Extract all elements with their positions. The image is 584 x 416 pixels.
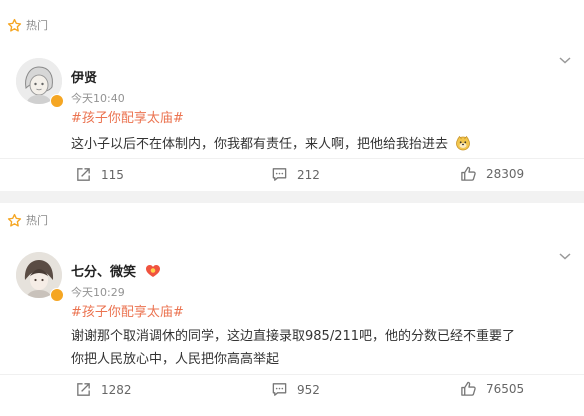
like-button[interactable]: 76505 (460, 380, 524, 397)
comment-count: 952 (297, 382, 320, 397)
hot-tag: 热门 (7, 212, 48, 228)
user-name[interactable]: 七分、微笑 (71, 261, 161, 280)
thumbs-up-icon (461, 381, 476, 396)
hot-label: 热门 (26, 214, 48, 227)
user-name[interactable]: 伊贤 (71, 67, 97, 86)
post-text-line: 这小子以后不在体制内，你我都有责任，来人啊，把他给我抬进去 (71, 137, 449, 152)
chevron-down-icon[interactable] (558, 249, 572, 263)
doge-emoji-icon (456, 135, 471, 151)
post-time[interactable]: 今天10:40 (71, 90, 125, 106)
post-time[interactable]: 今天10:29 (71, 284, 125, 300)
repost-count: 1282 (101, 382, 132, 397)
verified-badge-icon (50, 288, 64, 302)
like-count: 28309 (486, 166, 525, 181)
comment-icon (272, 168, 287, 181)
repost-icon (77, 168, 90, 181)
post-card: 热门 七分、微笑 今天10:29 #孩子你配享太庙# 谢谢那个取消调休的同学，这… (0, 203, 584, 416)
hot-label: 热门 (26, 19, 48, 32)
like-count: 76505 (486, 381, 525, 396)
hot-tag: 热门 (7, 17, 48, 33)
comment-count: 212 (297, 167, 320, 182)
fan-badge-icon (145, 265, 160, 277)
repost-count: 115 (101, 167, 124, 182)
post-card: 热门 伊贤 今天10:40 #孩子你配享太庙# 这小子以后不在体制内，你我都有责… (0, 0, 584, 191)
user-name-text: 七分、微笑 (71, 265, 137, 280)
repost-button[interactable]: 1282 (75, 381, 132, 398)
thumbs-up-icon (461, 166, 476, 181)
star-icon (7, 213, 22, 227)
post-text: 这小子以后不在体制内，你我都有责任，来人啊，把他给我抬进去 (71, 133, 471, 152)
comment-button[interactable]: 952 (271, 381, 320, 398)
repost-button[interactable]: 115 (75, 166, 124, 183)
topic-link[interactable]: #孩子你配享太庙# (71, 301, 184, 320)
divider (0, 158, 584, 159)
verified-badge-icon (50, 94, 64, 108)
topic-link[interactable]: #孩子你配享太庙# (71, 107, 184, 126)
post-text-line: 你把人民放心中，人民把你高高举起 (71, 352, 280, 367)
like-button[interactable]: 28309 (460, 165, 524, 182)
star-icon (7, 18, 22, 32)
comment-button[interactable]: 212 (271, 166, 320, 183)
comment-icon (272, 383, 287, 396)
divider (0, 374, 584, 375)
repost-icon (77, 383, 90, 396)
post-text-line: 谢谢那个取消调休的同学，这边直接录取985/211吧，他的分数已经不重要了 (71, 329, 516, 344)
chevron-down-icon[interactable] (558, 53, 572, 67)
